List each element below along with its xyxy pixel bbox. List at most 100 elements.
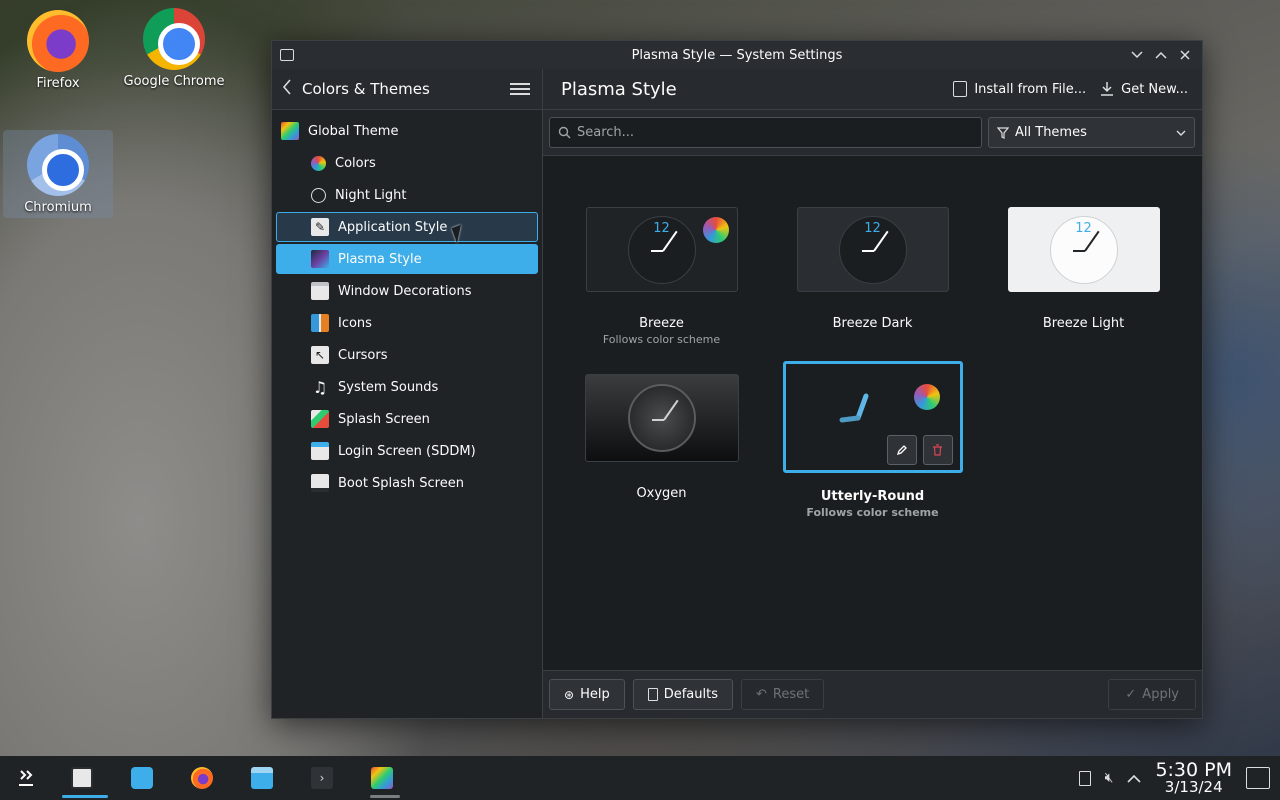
theme-card-breeze[interactable]: 12 Breeze Follows color scheme [556,207,767,346]
clock-number: 12 [864,220,881,236]
clipboard-icon[interactable] [1078,770,1091,786]
sidebar-item-application-style[interactable]: ✎ Application Style [276,212,538,242]
back-button[interactable] [272,78,302,100]
theme-name: Breeze Dark [832,316,913,331]
digital-clock[interactable]: 5:30 PM 3/13/24 [1155,761,1232,795]
install-from-file-label: Install from File... [974,81,1087,97]
colors-icon [311,155,326,171]
task-dolphin[interactable] [232,756,292,800]
application-style-icon: ✎ [311,218,329,236]
sidebar-item-night-light[interactable]: Night Light [276,180,538,210]
install-from-file-button[interactable]: Install from File... [953,81,1086,97]
application-launcher-button[interactable] [0,756,52,800]
task-kvantum[interactable] [352,756,412,800]
chevron-up-icon[interactable] [1127,774,1142,783]
system-settings-icon [71,767,93,789]
get-new-button[interactable]: Get New... [1100,81,1188,97]
sidebar-item-label: Night Light [335,187,407,203]
window-titlebar[interactable]: Plasma Style — System Settings [272,41,1202,69]
sidebar-item-splash-screen[interactable]: Splash Screen [276,404,538,434]
sidebar-item-cursors[interactable]: ↖ Cursors [276,340,538,370]
maximize-button[interactable] [1152,46,1170,64]
clock-preview: 12 [627,215,696,284]
desktop-icon-chromium[interactable]: Chromium [3,130,113,218]
sidebar-item-label: Plasma Style [338,251,422,267]
folder-icon [251,767,273,789]
help-button[interactable]: ⊛ Help [549,679,625,710]
chromium-icon [27,134,89,196]
volume-muted-icon[interactable]: 🔇︎ [1105,770,1114,786]
firefox-icon [191,767,213,789]
music-note-icon: ♫ [312,377,328,397]
theme-card-breeze-dark[interactable]: 12 Breeze Dark [767,207,978,333]
firefox-icon [27,10,89,72]
show-desktop-button[interactable] [1246,767,1270,789]
boot-splash-icon [311,474,329,492]
discover-icon [131,767,153,789]
task-firefox[interactable] [172,756,232,800]
theme-card-oxygen[interactable]: Oxygen [556,374,767,503]
sidebar-item-icons[interactable]: Icons [276,308,538,338]
desktop-icon-label: Chromium [24,200,92,215]
color-scheme-icon [913,384,940,410]
sidebar-item-label: Application Style [338,219,448,235]
sidebar-item-window-decorations[interactable]: Window Decorations [276,276,538,306]
sidebar-item-global-theme[interactable]: Global Theme [276,116,538,146]
trash-icon [933,444,942,456]
theme-card-breeze-light[interactable]: 12 Breeze Light [978,207,1189,333]
theme-preview [782,361,963,473]
desktop-icon-label: Google Chrome [123,74,225,89]
task-system-settings[interactable] [52,756,112,800]
close-button[interactable] [1176,46,1194,64]
clock-preview: 12 [838,215,907,284]
checkmark-icon: ✓ [1125,687,1137,702]
clock-hands-preview [839,393,868,423]
sidebar-item-system-sounds[interactable]: ♫ System Sounds [276,372,538,402]
undo-icon: ↶ [755,687,767,702]
theme-subtitle: Follows color scheme [602,333,721,346]
clock-preview [627,384,696,452]
system-settings-icon[interactable] [280,49,294,61]
sidebar: Colors & Themes Global Theme Colors Nigh… [272,69,543,718]
chrome-icon [143,8,205,70]
color-scheme-icon [702,217,729,243]
apply-button[interactable]: ✓ Apply [1108,679,1196,710]
defaults-button[interactable]: Defaults [632,679,733,710]
sidebar-item-label: Window Decorations [338,283,472,299]
icons-icon [311,314,329,332]
hamburger-menu-icon[interactable] [510,80,530,98]
get-new-label: Get New... [1121,81,1188,97]
theme-filter-select[interactable]: All Themes [988,117,1195,148]
edit-theme-button[interactable] [886,435,917,465]
terminal-icon: › [311,767,333,789]
splash-screen-icon [311,410,329,428]
theme-card-utterly-round[interactable]: Utterly-Round Follows color scheme [767,361,978,519]
sidebar-item-label: Splash Screen [338,411,430,427]
filter-icon [997,126,1009,139]
reset-label: Reset [772,687,810,702]
sidebar-item-colors[interactable]: Colors [276,148,538,178]
chevron-down-icon [1176,130,1186,136]
sidebar-item-plasma-style[interactable]: Plasma Style [276,244,538,274]
sidebar-nav: Global Theme Colors Night Light ✎ Applic… [272,110,542,498]
delete-theme-button[interactable] [922,435,953,465]
clock-date: 3/13/24 [1164,778,1223,796]
search-input[interactable] [577,125,957,140]
reset-button[interactable]: ↶ Reset [740,679,825,710]
theme-grid: 12 Breeze Follows color scheme 12 Breeze… [543,157,1202,631]
sidebar-item-label: Cursors [338,347,388,363]
task-konsole[interactable]: › [292,756,352,800]
theme-preview: 12 [585,207,738,292]
minimize-button[interactable] [1128,46,1146,64]
search-box[interactable] [549,117,982,148]
main-panel: Plasma Style Install from File... Get Ne… [543,69,1202,718]
sidebar-item-label: Colors [335,155,376,171]
page-title: Plasma Style [561,78,677,100]
theme-filter-value: All Themes [1015,125,1087,140]
sidebar-item-login-screen[interactable]: Login Screen (SDDM) [276,436,538,466]
desktop-icon-google-chrome[interactable]: Google Chrome [119,8,229,89]
desktop-icon-firefox[interactable]: Firefox [3,10,113,91]
sidebar-item-boot-splash-screen[interactable]: Boot Splash Screen [276,468,538,498]
task-discover[interactable] [112,756,172,800]
desktop-icon-label: Firefox [36,76,80,91]
